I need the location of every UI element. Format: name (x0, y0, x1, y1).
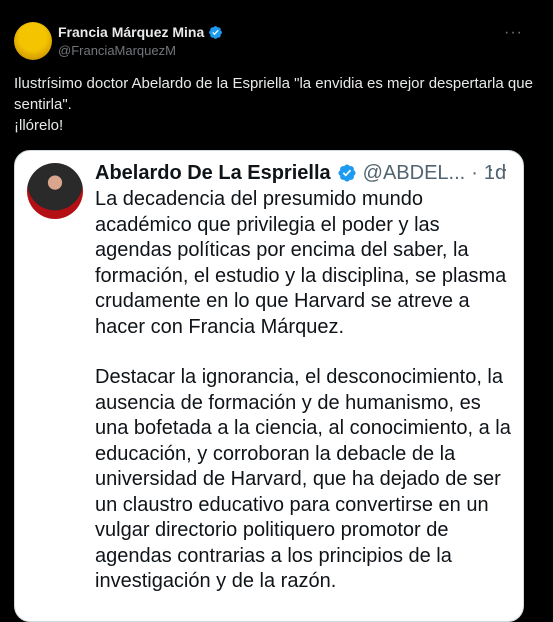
quoted-author-name[interactable]: Abelardo De La Espriella (95, 159, 331, 187)
author-avatar[interactable] (14, 22, 52, 60)
tweet-text-line: ¡llórelo! (14, 117, 64, 134)
tweet: Francia Márquez Mina @FranciaMarquezM ··… (0, 0, 553, 622)
tweet-text-line: Ilustrísimo doctor Abelardo de la Esprie… (14, 75, 538, 113)
quoted-tweet-header: Abelardo De La Espriella @ABDEL... · 1d (95, 159, 506, 187)
quoted-paragraph: Destacar la ignorancia, el desconocimien… (95, 366, 511, 592)
quoted-tweet-card[interactable]: Abelardo De La Espriella @ABDEL... · 1d … (14, 150, 524, 622)
verified-badge-icon (209, 25, 223, 39)
author-line: Francia Márquez Mina (58, 24, 223, 40)
quoted-paragraph: La decadencia del presumido mundo académ… (95, 188, 507, 338)
author-name[interactable]: Francia Márquez Mina (58, 24, 204, 40)
quoted-author-avatar[interactable] (27, 163, 83, 219)
quoted-author-handle[interactable]: @ABDEL... (363, 159, 466, 187)
verified-badge-icon (338, 164, 356, 182)
quoted-tweet-text: La decadencia del presumido mundo académ… (95, 187, 515, 620)
separator-dot: · (471, 162, 478, 184)
author-handle[interactable]: @FranciaMarquezM (58, 43, 176, 58)
tweet-text: Ilustrísimo doctor Abelardo de la Esprie… (14, 73, 534, 136)
quoted-more-options-button[interactable]: ··· (488, 159, 509, 180)
more-options-button[interactable]: ··· (504, 24, 523, 42)
